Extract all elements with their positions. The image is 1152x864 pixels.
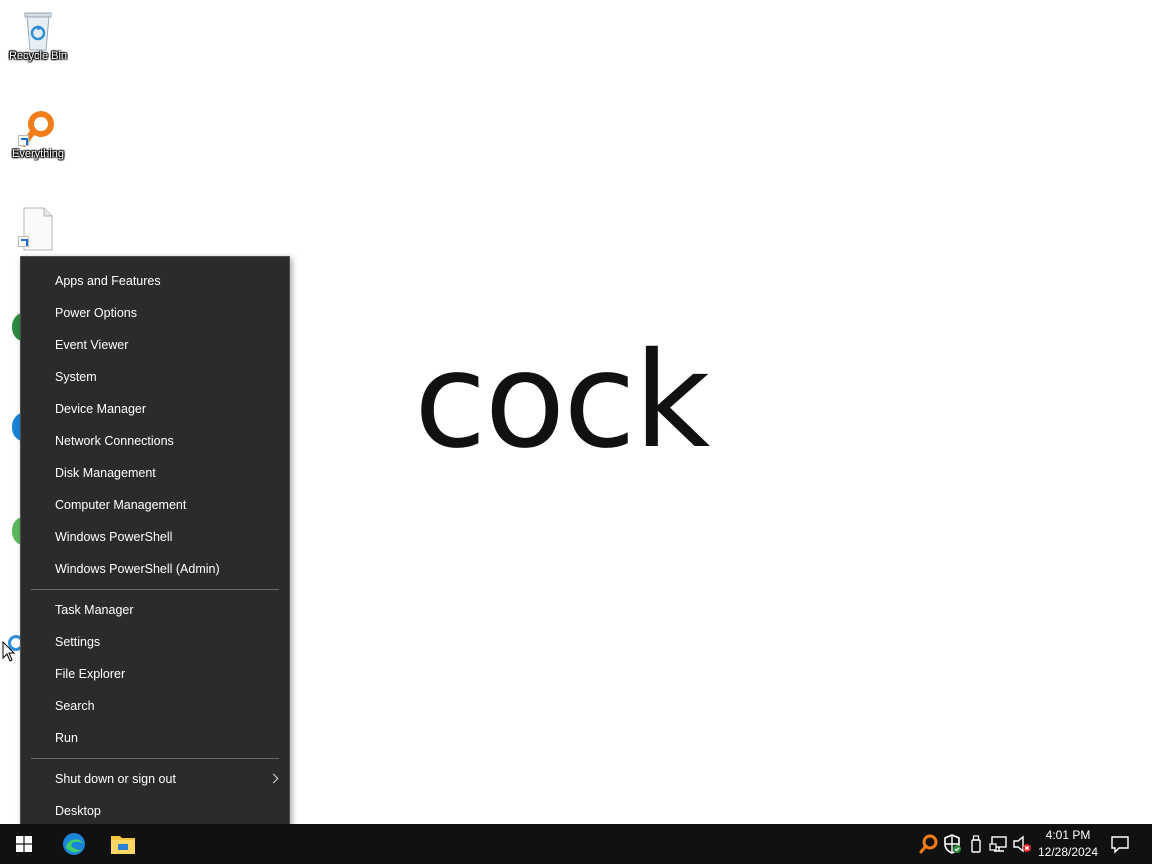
menu-separator xyxy=(31,589,279,590)
taskbar-file-explorer-button[interactable] xyxy=(98,824,146,864)
usb-device-icon[interactable] xyxy=(966,834,986,854)
menu-item-task-manager[interactable]: Task Manager xyxy=(21,594,289,626)
menu-item-run[interactable]: Run xyxy=(21,722,289,754)
blank-file-icon xyxy=(18,207,58,251)
menu-item-network-connections[interactable]: Network Connections xyxy=(21,425,289,457)
menu-item-shut-down-or-sign-out[interactable]: Shut down or sign out xyxy=(21,763,289,795)
chevron-right-icon xyxy=(268,773,279,784)
menu-item-disk-management[interactable]: Disk Management xyxy=(21,457,289,489)
menu-item-label: Shut down or sign out xyxy=(55,772,176,786)
taskbar: 4:01 PM 12/28/2024 xyxy=(0,824,1152,864)
desktop-icon-everything[interactable]: Everything xyxy=(0,106,76,161)
edge-icon xyxy=(63,833,85,855)
menu-item-system[interactable]: System xyxy=(21,361,289,393)
menu-item-power-options[interactable]: Power Options xyxy=(21,297,289,329)
file-explorer-icon xyxy=(111,836,135,854)
menu-item-windows-powershell-admin[interactable]: Windows PowerShell (Admin) xyxy=(21,553,289,585)
desktop-icon-label: Everything xyxy=(12,148,64,160)
menu-item-file-explorer[interactable]: File Explorer xyxy=(21,658,289,690)
clock-date: 12/28/2024 xyxy=(1037,845,1099,859)
desktop-word: cock xyxy=(414,324,710,478)
shortcut-arrow-icon xyxy=(18,135,29,146)
winx-context-menu: Apps and Features Power Options Event Vi… xyxy=(20,256,290,835)
clock-time: 4:01 PM xyxy=(1045,828,1091,842)
menu-item-settings[interactable]: Settings xyxy=(21,626,289,658)
menu-item-event-viewer[interactable]: Event Viewer xyxy=(21,329,289,361)
taskbar-edge-button[interactable] xyxy=(50,824,98,864)
menu-item-search[interactable]: Search xyxy=(21,690,289,722)
everything-tray-icon[interactable] xyxy=(918,834,938,854)
menu-separator xyxy=(31,758,279,759)
taskbar-clock[interactable]: 4:01 PM 12/28/2024 xyxy=(1030,827,1106,861)
start-button[interactable] xyxy=(0,824,48,864)
menu-item-desktop[interactable]: Desktop xyxy=(21,795,289,827)
shortcut-arrow-icon xyxy=(18,236,29,247)
recycle-bin-icon xyxy=(18,8,58,51)
menu-item-device-manager[interactable]: Device Manager xyxy=(21,393,289,425)
mouse-cursor-icon xyxy=(2,641,16,662)
network-icon[interactable] xyxy=(989,834,1009,854)
menu-item-windows-powershell[interactable]: Windows PowerShell xyxy=(21,521,289,553)
desktop-icon-file[interactable] xyxy=(0,207,76,251)
desktop-icon-recycle-bin[interactable]: Recycle Bin xyxy=(0,8,76,63)
menu-item-computer-management[interactable]: Computer Management xyxy=(21,489,289,521)
start-windows-icon xyxy=(16,836,32,852)
everything-search-icon xyxy=(18,106,58,147)
defender-shield-icon[interactable] xyxy=(942,834,962,854)
volume-muted-icon[interactable] xyxy=(1012,834,1032,854)
action-center-icon[interactable] xyxy=(1110,834,1130,854)
menu-item-apps-and-features[interactable]: Apps and Features xyxy=(21,265,289,297)
